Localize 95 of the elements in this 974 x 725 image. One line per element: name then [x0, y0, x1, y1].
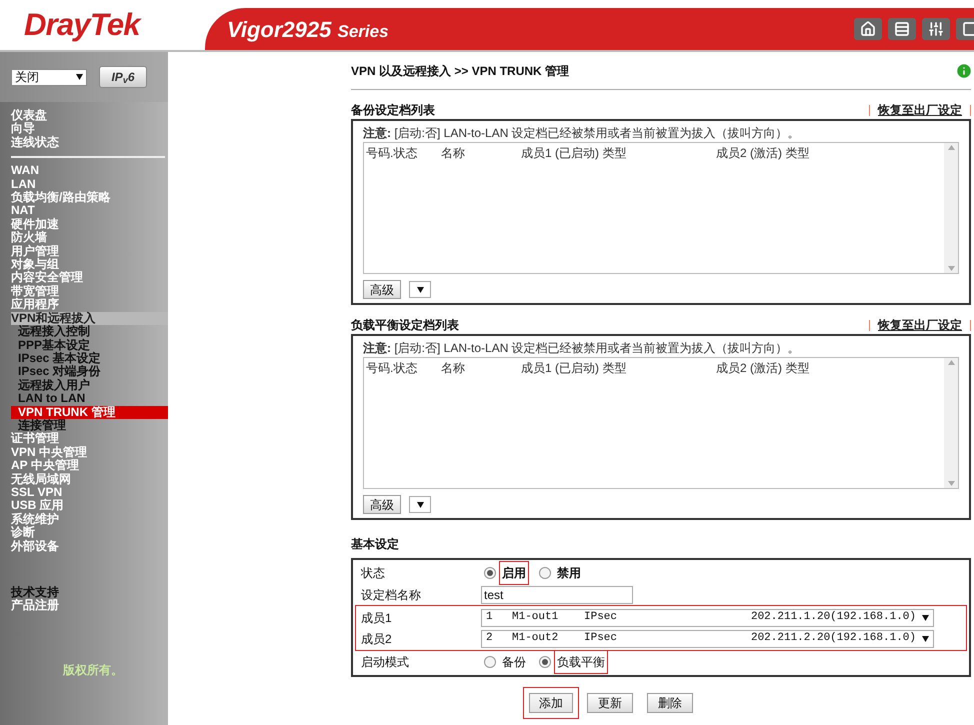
notice-text: 注意: [启动:否] LAN-to-LAN 设定档已经被禁用或者当前被置为拔入（拔叫方向）。 [363, 125, 801, 142]
radio-label[interactable]: 备份 [499, 650, 529, 674]
notice-text: 注意: [启动:否] LAN-to-LAN 设定档已经被禁用或者当前被置为拔入（拔叫方向）。 [363, 340, 801, 357]
advanced-button[interactable]: 高级 [363, 495, 401, 514]
sidebar-item[interactable]: WAN [11, 164, 168, 178]
list-icon[interactable] [888, 18, 916, 40]
column-header: 号码.状态 [366, 360, 418, 377]
sidebar-item[interactable]: 仪表盘 [11, 109, 168, 122]
sidebar-item[interactable]: 向导 [11, 122, 168, 136]
radio-button[interactable] [484, 567, 496, 579]
caret-icon [76, 74, 83, 80]
dropdown-toggle[interactable] [409, 281, 431, 298]
model-title: Vigor2925 Series [227, 16, 389, 44]
info-icon[interactable] [955, 62, 973, 80]
sidebar-item[interactable]: SSL VPN [11, 486, 168, 500]
sidebar-item[interactable]: 技术支持 [11, 586, 168, 600]
scrollbar[interactable] [944, 143, 958, 273]
sidebar-item[interactable]: 外部设备 [11, 540, 168, 553]
sidebar-item[interactable]: 内容安全管理 [11, 271, 168, 285]
sidebar-item[interactable]: 证书管理 [11, 432, 168, 446]
section-title: 备份设定档列表 [351, 102, 435, 119]
sidebar-item[interactable]: 远程接入控制 [11, 325, 168, 338]
section-title: 基本设定 [351, 537, 399, 551]
column-header: 名称 [441, 145, 465, 162]
section-title: 负载平衡设定档列表 [351, 317, 459, 334]
radio-label[interactable]: 负载平衡 [554, 650, 608, 674]
sidebar-item[interactable]: 产品注册 [11, 599, 168, 613]
field-label: 启动模式 [361, 654, 410, 671]
caret-icon [922, 614, 929, 620]
copyright-text: 版权所有。 [63, 662, 124, 679]
sidebar-item[interactable]: NAT [11, 204, 168, 218]
sidebar-item[interactable]: 对象与组 [11, 258, 168, 272]
profile-listbox[interactable]: 号码.状态 名称 成员1 (已启动) 类型 成员2 (激活) 类型 [363, 357, 959, 489]
sidebar-item[interactable]: 应用程序 [11, 298, 168, 312]
column-header: 成员1 (已启动) 类型 [521, 360, 626, 377]
scroll-down-icon[interactable] [948, 266, 954, 271]
column-header: 号码.状态 [366, 145, 418, 162]
field-label: 成员2 [361, 630, 393, 648]
caret-icon [416, 502, 424, 508]
sidebar-item[interactable]: 连线状态 [11, 136, 168, 150]
scroll-down-icon[interactable] [948, 481, 954, 486]
field-label: 成员1 [361, 610, 393, 626]
sidebar-item[interactable]: 诊断 [11, 526, 168, 540]
sidebar-item[interactable]: 系统维护 [11, 512, 168, 526]
reset-link[interactable]: 恢复至出厂设定 [878, 316, 962, 334]
sidebar-item[interactable]: IPsec 基本设定 [11, 352, 168, 366]
advanced-button[interactable]: 高级 [363, 280, 401, 299]
profile-name-input[interactable]: test [481, 586, 633, 604]
column-header: 成员1 (已启动) 类型 [521, 145, 626, 162]
action-button[interactable]: 更新 [587, 693, 633, 713]
scroll-up-icon[interactable] [948, 360, 954, 365]
sidebar-item[interactable]: 连接管理 [11, 418, 168, 432]
sidebar-item[interactable]: 无线局域网 [11, 472, 168, 486]
sidebar-item[interactable]: LAN to LAN [11, 392, 168, 406]
sidebar-item[interactable]: 防火墙 [11, 231, 168, 245]
sliders-icon[interactable] [922, 18, 950, 40]
sidebar-item[interactable]: USB 应用 [11, 499, 168, 513]
field-label: 状态 [361, 565, 386, 582]
sidebar-item[interactable]: VPN TRUNK 管理 [11, 406, 168, 419]
sidebar-item[interactable]: 负载均衡/路由策略 [11, 191, 168, 204]
field-label: 设定档名称 [361, 586, 422, 604]
sidebar-item[interactable]: IPsec 对端身份 [11, 365, 168, 379]
column-header: 成员2 (激活) 类型 [716, 360, 810, 377]
action-button[interactable]: 添加 [523, 687, 579, 719]
caret-icon [416, 286, 424, 292]
member-select[interactable]: 2 M1-out2 IPsec 202.211.2.20(192.168.1.0) [481, 630, 934, 648]
radio-button[interactable] [484, 656, 496, 668]
scroll-up-icon[interactable] [948, 145, 954, 150]
column-header: 成员2 (激活) 类型 [716, 145, 810, 162]
action-button[interactable]: 删除 [647, 693, 693, 713]
sidebar-item[interactable]: 硬件加速 [11, 218, 168, 232]
brand-logo: DrayTek [24, 8, 140, 42]
mode-select[interactable]: 关闭 [11, 68, 87, 86]
reset-link[interactable]: 恢复至出厂设定 [878, 101, 962, 119]
sidebar-item[interactable]: 用户管理 [11, 244, 168, 258]
sidebar-item[interactable]: VPN 中央管理 [11, 446, 168, 460]
caret-icon [922, 636, 929, 642]
radio-label[interactable]: 启用 [499, 561, 529, 585]
sidebar-item[interactable]: 远程拔入用户 [11, 378, 168, 392]
sidebar-item[interactable]: 带宽管理 [11, 284, 168, 298]
sidebar-item[interactable]: LAN [11, 178, 168, 192]
member-select[interactable]: 1 M1-out1 IPsec 202.211.1.20(192.168.1.0) [481, 608, 934, 626]
dropdown-toggle[interactable] [409, 496, 431, 513]
ipv6-button[interactable]: IP$_{v}$6 [99, 66, 147, 88]
column-header: 名称 [441, 360, 465, 377]
radio-button[interactable] [539, 656, 551, 668]
home-icon[interactable] [854, 18, 882, 40]
sidebar-item[interactable]: PPP基本设定 [11, 338, 168, 352]
scrollbar[interactable] [944, 358, 958, 488]
sidebar-item[interactable]: VPN和远程拔入 [11, 312, 168, 326]
page-title: VPN 以及远程接入 >> VPN TRUNK 管理 [351, 62, 570, 80]
sidebar-item[interactable]: AP 中央管理 [11, 459, 168, 473]
radio-label[interactable]: 禁用 [554, 561, 584, 585]
profile-listbox[interactable]: 号码.状态 名称 成员1 (已启动) 类型 成员2 (激活) 类型 [363, 142, 959, 274]
radio-button[interactable] [539, 567, 551, 579]
